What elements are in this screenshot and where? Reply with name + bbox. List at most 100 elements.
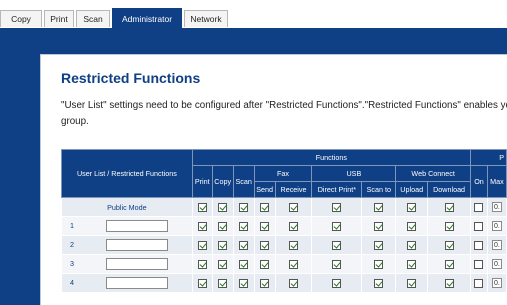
on-cell bbox=[470, 216, 488, 236]
fax-receive-checkbox[interactable] bbox=[289, 278, 298, 288]
max-value-input[interactable]: 0. bbox=[491, 221, 502, 232]
usb-direct-print-checkbox[interactable] bbox=[332, 259, 342, 269]
fax-send-cell bbox=[253, 273, 276, 293]
tab-administrator[interactable]: Administrator bbox=[112, 8, 182, 28]
usb-direct-print-cell bbox=[311, 273, 363, 293]
scan-checkbox[interactable] bbox=[239, 259, 249, 269]
web-download-cell bbox=[427, 235, 472, 255]
web-download-cell bbox=[427, 216, 472, 236]
scan-checkbox[interactable] bbox=[239, 221, 249, 231]
table-row: 4 0. bbox=[61, 273, 507, 293]
usb-scan-to-cell bbox=[361, 235, 397, 255]
tab-scan[interactable]: Scan bbox=[76, 10, 110, 27]
web-download-checkbox[interactable] bbox=[444, 221, 454, 231]
web-upload-checkbox[interactable] bbox=[407, 278, 417, 288]
scan-cell bbox=[232, 216, 255, 236]
max-cell: 0. bbox=[486, 273, 507, 293]
usb-scan-to-checkbox[interactable] bbox=[374, 221, 384, 231]
web-download-checkbox[interactable] bbox=[444, 278, 454, 288]
copy-cell bbox=[211, 235, 234, 255]
web-download-checkbox[interactable] bbox=[444, 202, 454, 212]
description-line-2: group. bbox=[61, 116, 89, 127]
tab-network[interactable]: Network bbox=[184, 10, 228, 27]
fax-receive-cell bbox=[274, 216, 313, 236]
usb-scan-to-checkbox[interactable] bbox=[374, 202, 384, 212]
user-name-input[interactable] bbox=[106, 258, 168, 270]
max-value-input[interactable]: 0. bbox=[491, 278, 502, 289]
print-cell bbox=[191, 235, 213, 255]
usb-scan-to-checkbox[interactable] bbox=[374, 240, 384, 250]
usb-scan-to-checkbox[interactable] bbox=[374, 278, 384, 288]
max-value-input[interactable]: 0. bbox=[491, 259, 502, 270]
user-list-column-header: User List / Restricted Functions bbox=[61, 149, 193, 198]
user-name-input[interactable] bbox=[106, 239, 168, 251]
usb-direct-print-cell bbox=[311, 235, 363, 255]
fax-send-checkbox[interactable] bbox=[260, 278, 270, 288]
usb-direct-print-checkbox[interactable] bbox=[332, 240, 342, 250]
print-checkbox[interactable] bbox=[197, 221, 207, 231]
user-name-input[interactable] bbox=[106, 220, 168, 232]
web-upload-cell bbox=[395, 216, 429, 236]
on-checkbox[interactable] bbox=[474, 259, 484, 269]
scan-cell bbox=[232, 254, 255, 274]
web-download-checkbox[interactable] bbox=[444, 240, 454, 250]
tab-copy[interactable]: Copy bbox=[0, 10, 42, 27]
fax-send-checkbox[interactable] bbox=[260, 259, 270, 269]
web-download-checkbox[interactable] bbox=[444, 259, 454, 269]
fax-receive-header: Receive bbox=[274, 181, 313, 198]
copy-cell bbox=[211, 254, 234, 274]
print-checkbox[interactable] bbox=[197, 240, 207, 250]
fax-send-checkbox[interactable] bbox=[260, 240, 270, 250]
copy-checkbox[interactable] bbox=[218, 202, 228, 212]
fax-receive-checkbox[interactable] bbox=[289, 259, 298, 269]
max-cell: 0. bbox=[486, 235, 507, 255]
header-banner bbox=[0, 28, 507, 55]
web-upload-cell bbox=[395, 197, 429, 217]
scan-checkbox[interactable] bbox=[239, 278, 249, 288]
scan-cell bbox=[232, 273, 255, 293]
copy-cell bbox=[211, 216, 234, 236]
max-value-input[interactable]: 0. bbox=[491, 202, 502, 213]
usb-scan-to-header: Scan to bbox=[361, 181, 397, 198]
usb-direct-print-checkbox[interactable] bbox=[332, 221, 342, 231]
fax-receive-checkbox[interactable] bbox=[289, 240, 298, 250]
fax-receive-cell bbox=[274, 197, 313, 217]
web-upload-checkbox[interactable] bbox=[407, 221, 417, 231]
web-upload-checkbox[interactable] bbox=[407, 259, 417, 269]
web-download-cell bbox=[427, 273, 472, 293]
print-checkbox[interactable] bbox=[197, 202, 207, 212]
user-number-label: 1 bbox=[70, 220, 74, 230]
print-checkbox[interactable] bbox=[197, 278, 207, 288]
copy-checkbox[interactable] bbox=[218, 221, 228, 231]
web-download-header: Download bbox=[427, 181, 472, 198]
on-checkbox[interactable] bbox=[474, 240, 484, 250]
print-cell bbox=[191, 216, 213, 236]
web-upload-checkbox[interactable] bbox=[407, 240, 417, 250]
on-checkbox[interactable] bbox=[474, 202, 484, 212]
scan-checkbox[interactable] bbox=[239, 202, 249, 212]
functions-group-header: Functions bbox=[191, 149, 472, 166]
on-checkbox[interactable] bbox=[474, 221, 484, 231]
max-value-input[interactable]: 0. bbox=[491, 240, 502, 251]
usb-direct-print-checkbox[interactable] bbox=[332, 278, 342, 288]
fax-receive-checkbox[interactable] bbox=[289, 221, 298, 231]
user-rows: Public Mode 0. 1 0. 2 0. 3 0. 4 0. bbox=[61, 197, 507, 293]
fax-send-checkbox[interactable] bbox=[260, 221, 270, 231]
copy-checkbox[interactable] bbox=[218, 278, 228, 288]
on-checkbox[interactable] bbox=[474, 278, 484, 288]
print-checkbox[interactable] bbox=[197, 259, 207, 269]
web-upload-checkbox[interactable] bbox=[407, 202, 417, 212]
copy-checkbox[interactable] bbox=[218, 240, 228, 250]
web-connect-header: Web Connect bbox=[395, 165, 472, 182]
tab-print[interactable]: Print bbox=[44, 10, 74, 27]
usb-scan-to-cell bbox=[361, 254, 397, 274]
copy-checkbox[interactable] bbox=[218, 259, 228, 269]
fax-receive-checkbox[interactable] bbox=[289, 202, 298, 212]
usb-direct-print-cell bbox=[311, 216, 363, 236]
user-name-input[interactable] bbox=[106, 277, 168, 289]
usb-scan-to-checkbox[interactable] bbox=[374, 259, 384, 269]
scan-checkbox[interactable] bbox=[239, 240, 249, 250]
fax-send-checkbox[interactable] bbox=[260, 202, 270, 212]
user-cell: 2 bbox=[61, 235, 193, 255]
usb-direct-print-checkbox[interactable] bbox=[332, 202, 342, 212]
